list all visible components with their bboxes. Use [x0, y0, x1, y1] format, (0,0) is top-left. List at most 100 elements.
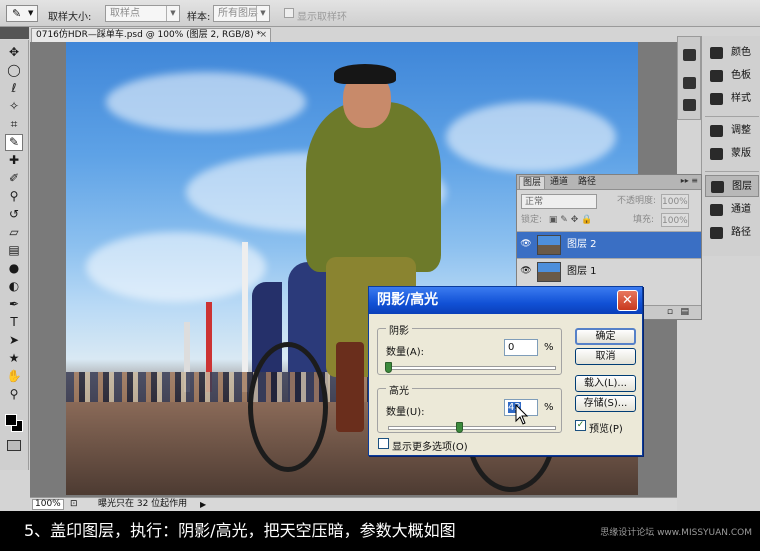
eraser-tool-icon[interactable]: ▱	[5, 224, 23, 241]
shadows-slider-track[interactable]	[388, 366, 556, 370]
more-options-checkbox[interactable]	[378, 438, 389, 449]
layer-thumbnail	[537, 262, 561, 282]
quick-mask-icon[interactable]	[7, 440, 21, 451]
trash-icon[interactable]: ▤	[680, 307, 689, 317]
chevron-down-icon: ▼	[28, 9, 34, 17]
sample-value: 所有图层	[218, 8, 258, 19]
lasso-tool-icon[interactable]: ℓ	[5, 80, 23, 97]
fill-field[interactable]: 100%	[661, 213, 689, 227]
cloud	[86, 232, 266, 302]
cloud	[446, 102, 616, 172]
pen-tool-icon[interactable]: ✒	[5, 296, 23, 313]
tool-preset-picker[interactable]: ✎ ▼	[6, 5, 38, 22]
dodge-tool-icon[interactable]: ◐	[5, 278, 23, 295]
chevron-down-icon: ▼	[166, 6, 179, 21]
actions-icon[interactable]	[683, 99, 696, 111]
tab-paths[interactable]: 路径	[575, 176, 599, 189]
panel-color[interactable]: 颜色	[705, 42, 759, 64]
healing-brush-tool-icon[interactable]: ✚	[5, 152, 23, 169]
tab-channels[interactable]: 通道	[547, 176, 571, 189]
sample-select[interactable]: 所有图层 ▼	[213, 5, 270, 22]
flag-pole	[242, 242, 248, 392]
tab-layers[interactable]: 图层	[519, 176, 546, 189]
foreground-color-swatch[interactable]	[5, 414, 17, 426]
status-info[interactable]: 曝光只在 32 位起作用	[98, 498, 187, 511]
zoom-tool-icon[interactable]: ⚲	[5, 386, 23, 403]
marquee-tool-icon[interactable]: ◯	[5, 62, 23, 79]
history-brush-tool-icon[interactable]: ↺	[5, 206, 23, 223]
panel-adjustments[interactable]: 调整	[705, 120, 759, 142]
layer-name: 图层 1	[567, 266, 597, 277]
opacity-field[interactable]: 100%	[661, 194, 689, 209]
move-tool-icon[interactable]: ✥	[5, 44, 23, 61]
panel-styles[interactable]: 样式	[705, 88, 759, 110]
close-icon[interactable]: ×	[259, 29, 267, 42]
gradient-tool-icon[interactable]: ▤	[5, 242, 23, 259]
panel-layers[interactable]: 图层	[705, 175, 759, 197]
mouse-cursor-icon	[515, 404, 529, 425]
document-title: 0716仿HDR—踩单车.psd @ 100% (图层 2, RGB/8) *	[36, 30, 261, 40]
panel-label: 样式	[731, 93, 751, 104]
navigator-icon[interactable]	[683, 49, 696, 61]
panel-icon-strip	[677, 36, 701, 120]
panel-label: 蒙版	[731, 148, 751, 159]
layer-row[interactable]: 👁 图层 1	[517, 258, 701, 285]
panel-channels[interactable]: 通道	[705, 199, 759, 221]
new-layer-icon[interactable]: ▫	[667, 307, 673, 317]
shadows-amount-input[interactable]: 0	[504, 339, 538, 356]
ok-button[interactable]: 确定	[575, 328, 636, 345]
photoshop-window: ✎ ▼ 取样大小: 取样点 ▼ 样本: 所有图层 ▼ 显示取样环 ✥ ◯ ℓ ✧…	[0, 0, 760, 511]
shape-tool-icon[interactable]: ★	[5, 350, 23, 367]
highlights-slider-track[interactable]	[388, 426, 556, 430]
document-tab[interactable]: 0716仿HDR—踩单车.psd @ 100% (图层 2, RGB/8) * …	[31, 28, 271, 42]
panel-paths[interactable]: 路径	[705, 222, 759, 244]
quick-select-tool-icon[interactable]: ✧	[5, 98, 23, 115]
status-icon[interactable]: ⊡	[70, 498, 78, 511]
more-options-label: 显示更多选项(O)	[392, 442, 468, 453]
cancel-button[interactable]: 取消	[575, 348, 636, 365]
masks-icon	[710, 148, 723, 160]
blend-mode-select[interactable]: 正常	[521, 194, 597, 209]
zoom-field[interactable]: 100%	[32, 499, 64, 510]
shadows-slider-thumb[interactable]	[385, 362, 392, 373]
caption-bar: 5、盖印图层，执行：阴影/高光，把天空压暗，参数大概如图 思缘设计论坛 www.…	[0, 511, 760, 551]
dialog-title-bar[interactable]: 阴影/高光	[369, 287, 642, 314]
show-ring-checkbox[interactable]	[284, 8, 294, 18]
lock-icons[interactable]: ▣ ✎ ✥ 🔒	[549, 215, 592, 225]
history-icon[interactable]	[683, 77, 696, 89]
sample-label: 样本:	[187, 12, 211, 23]
highlights-group-label: 高光	[386, 382, 412, 397]
close-icon[interactable]: ✕	[617, 290, 638, 311]
eye-icon[interactable]: 👁	[519, 265, 533, 278]
preview-label: 预览(P)	[589, 424, 623, 435]
crop-tool-icon[interactable]: ⌗	[5, 116, 23, 133]
panel-masks[interactable]: 蒙版	[705, 143, 759, 165]
eyedropper-tool-icon[interactable]: ✎	[5, 134, 23, 151]
eye-icon[interactable]: 👁	[519, 238, 533, 251]
panel-label: 调整	[731, 125, 751, 136]
percent-label: %	[544, 402, 554, 413]
panel-label: 色板	[731, 70, 751, 81]
highlights-slider-thumb[interactable]	[455, 422, 463, 433]
percent-label: %	[544, 342, 554, 353]
hand-tool-icon[interactable]: ✋	[5, 368, 23, 385]
layer-thumbnail	[537, 235, 561, 255]
clone-stamp-tool-icon[interactable]: ⚲	[5, 188, 23, 205]
layer-row[interactable]: 👁 图层 2	[517, 231, 701, 258]
load-button[interactable]: 载入(L)...	[575, 375, 636, 392]
sample-size-select[interactable]: 取样点 ▼	[105, 5, 180, 22]
preview-checkbox[interactable]: ✓	[575, 420, 586, 431]
panel-swatches[interactable]: 色板	[705, 65, 759, 87]
blur-tool-icon[interactable]: ●	[5, 260, 23, 277]
chevron-right-icon[interactable]: ▶	[200, 498, 206, 511]
blend-row: 正常 不透明度: 100%	[521, 194, 697, 210]
color-icon	[710, 47, 723, 59]
path-select-tool-icon[interactable]: ➤	[5, 332, 23, 349]
save-button[interactable]: 存储(S)...	[575, 395, 636, 412]
panel-menu-icon[interactable]: ▸▸ ≡	[681, 176, 698, 185]
type-tool-icon[interactable]: T	[5, 314, 23, 331]
panel-label: 通道	[731, 204, 751, 215]
layers-icon	[711, 181, 724, 193]
lock-label: 锁定:	[521, 215, 543, 225]
brush-tool-icon[interactable]: ✐	[5, 170, 23, 187]
